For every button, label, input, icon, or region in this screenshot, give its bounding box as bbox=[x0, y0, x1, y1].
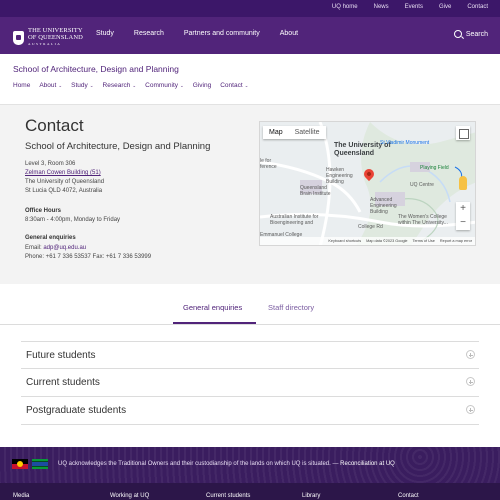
logo-line-1: THE UNIVERSITY bbox=[28, 27, 83, 34]
map-report-error-link[interactable]: Report a map error bbox=[440, 239, 472, 243]
tab-staff-directory[interactable]: Staff directory bbox=[268, 303, 314, 312]
map-type-satellite-button[interactable]: Satellite bbox=[289, 126, 326, 139]
torres-strait-islander-flag-icon bbox=[32, 459, 48, 469]
email-prefix: Email: bbox=[25, 244, 44, 251]
local-nav-community[interactable]: Community ⌄ bbox=[145, 82, 184, 89]
tab-general-enquiries[interactable]: General enquiries bbox=[183, 303, 242, 312]
accordion-title: Future students bbox=[26, 350, 96, 361]
fullscreen-icon[interactable] bbox=[456, 126, 470, 140]
office-hours-block: Office Hours 8:30am - 4:00pm, Monday to … bbox=[25, 207, 120, 225]
main-nav-about[interactable]: About bbox=[280, 30, 298, 37]
main-nav-study[interactable]: Study bbox=[96, 30, 114, 37]
logo-line-2: OF QUEENSLAND bbox=[28, 34, 83, 41]
accordion-title: Postgraduate students bbox=[26, 405, 127, 416]
local-nav-research[interactable]: Research ⌄ bbox=[103, 82, 137, 89]
expand-plus-icon bbox=[466, 377, 475, 386]
map-keyboard-shortcuts[interactable]: Keyboard shortcuts bbox=[328, 239, 361, 243]
local-nav: Home About ⌄ Study ⌄ Research ⌄ Community ⌄ … bbox=[13, 82, 248, 89]
utility-link-news[interactable]: News bbox=[374, 4, 389, 10]
footer-link-current-students[interactable]: Current students bbox=[206, 493, 250, 499]
search-label: Search bbox=[465, 30, 488, 38]
local-nav-about[interactable]: About ⌄ bbox=[39, 82, 62, 89]
map-label-le-for: le for bbox=[260, 158, 272, 164]
utility-links: UQ home News Events Give Contact bbox=[332, 4, 488, 10]
map-terms-link[interactable]: Terms of Use bbox=[413, 239, 435, 243]
map-label-womens: The Women's College within The Universit… bbox=[398, 214, 448, 226]
local-nav-home[interactable]: Home bbox=[13, 82, 30, 89]
general-enquiries-label: General enquiries bbox=[25, 235, 76, 241]
map-label-aibn: Australian Institute for Bioengineering … bbox=[270, 214, 319, 226]
contact-subheading: School of Architecture, Design and Plann… bbox=[25, 141, 211, 152]
map-label-hawken: Hawken Engineering Building bbox=[326, 167, 353, 185]
google-map[interactable]: The University of Queensland St Vladimir… bbox=[259, 121, 476, 246]
search-icon bbox=[453, 30, 462, 38]
office-hours-value: 8:30am - 4:00pm, Monday to Friday bbox=[25, 217, 121, 223]
phone-fax: Phone: +61 7 336 53537 Fax: +61 7 336 53… bbox=[25, 254, 152, 260]
utility-link-give[interactable]: Give bbox=[439, 4, 451, 10]
local-nav-giving[interactable]: Giving bbox=[193, 82, 211, 89]
reconciliation-link[interactable]: Reconciliation at UQ bbox=[340, 461, 395, 467]
local-nav-contact[interactable]: Contact ⌄ bbox=[220, 82, 248, 89]
acknowledgement-text: UQ acknowledges the Traditional Owners a… bbox=[58, 461, 395, 467]
map-label-advanced: Advanced Engineering Building bbox=[370, 197, 397, 215]
accordion-item-current-students[interactable]: Current students bbox=[21, 369, 479, 397]
page-title: Contact bbox=[25, 116, 84, 135]
main-nav-research[interactable]: Research bbox=[134, 30, 164, 37]
aboriginal-flag-icon bbox=[12, 459, 28, 469]
address-line: The University of Queensland bbox=[25, 179, 105, 185]
street-view-pegman-icon[interactable] bbox=[459, 176, 467, 190]
footer-links: Media Working at UQ Current students Lib… bbox=[0, 483, 500, 500]
email-link[interactable]: adp@uq.edu.au bbox=[43, 245, 86, 251]
chevron-down-icon: ⌄ bbox=[180, 82, 184, 88]
site-header: THE UNIVERSITY OF QUEENSLAND AUSTRALIA S… bbox=[0, 17, 500, 54]
active-tab-indicator bbox=[173, 322, 256, 324]
building-link[interactable]: Zelman Cowen Building (51) bbox=[25, 169, 104, 178]
address-line: St Lucia QLD 4072, Australia bbox=[25, 188, 103, 194]
map-label-ference: ference bbox=[260, 164, 277, 170]
main-nav-partners[interactable]: Partners and community bbox=[184, 30, 260, 37]
map-type-map-button[interactable]: Map bbox=[263, 126, 289, 139]
chevron-down-icon: ⌄ bbox=[244, 82, 249, 88]
utility-link-events[interactable]: Events bbox=[405, 4, 423, 10]
map-data-credit: Map data ©2023 Google bbox=[366, 239, 408, 243]
footer-link-contact[interactable]: Contact bbox=[398, 493, 419, 499]
chevron-down-icon: ⌄ bbox=[89, 82, 94, 88]
utility-link-uq-home[interactable]: UQ home bbox=[332, 4, 358, 10]
address-block: Level 3, Room 306 Zelman Cowen Building … bbox=[25, 160, 104, 196]
office-hours-label: Office Hours bbox=[25, 208, 62, 214]
map-label-playing-field: Playing Field bbox=[420, 165, 449, 171]
footer-link-working-at-uq[interactable]: Working at UQ bbox=[110, 493, 149, 499]
site-title[interactable]: School of Architecture, Design and Plann… bbox=[13, 64, 179, 74]
map-label-uq-centre: UQ Centre bbox=[410, 182, 434, 188]
map-type-control: Map Satellite bbox=[263, 126, 326, 139]
uq-logo[interactable]: THE UNIVERSITY OF QUEENSLAND AUSTRALIA bbox=[13, 27, 83, 48]
uq-crest-icon bbox=[13, 30, 24, 45]
logo-line-3: AUSTRALIA bbox=[28, 42, 62, 46]
map-footer: Keyboard shortcuts Map data ©2023 Google… bbox=[260, 237, 475, 245]
main-nav: Study Research Partners and community Ab… bbox=[96, 30, 298, 37]
expand-plus-icon bbox=[466, 405, 475, 414]
address-line: Level 3, Room 306 bbox=[25, 161, 76, 167]
chevron-down-icon: ⌄ bbox=[58, 82, 63, 88]
expand-plus-icon bbox=[466, 350, 475, 359]
map-label-qbi: Queensland Brain Institute bbox=[300, 185, 331, 197]
accordion-title: Current students bbox=[26, 377, 100, 388]
local-nav-study[interactable]: Study ⌄ bbox=[71, 82, 93, 89]
accordion-item-postgraduate-students[interactable]: Postgraduate students bbox=[21, 397, 479, 425]
tab-bar: General enquiries Staff directory bbox=[0, 296, 500, 325]
general-enquiries-block: General enquiries Email: adp@uq.edu.au P… bbox=[25, 234, 151, 263]
utility-bar: UQ home News Events Give Contact bbox=[0, 0, 500, 17]
zoom-control: + − bbox=[456, 202, 470, 230]
chevron-down-icon: ⌄ bbox=[132, 82, 137, 88]
map-label-monument: St Vladimir Monument bbox=[380, 140, 430, 146]
accordion-item-future-students[interactable]: Future students bbox=[21, 341, 479, 369]
zoom-out-button[interactable]: − bbox=[456, 216, 470, 230]
footer-link-media[interactable]: Media bbox=[13, 493, 29, 499]
utility-link-contact[interactable]: Contact bbox=[467, 4, 488, 10]
search-button[interactable]: Search bbox=[453, 30, 488, 38]
map-label-college-rd: College Rd bbox=[358, 224, 383, 230]
zoom-in-button[interactable]: + bbox=[456, 202, 470, 216]
footer-link-library[interactable]: Library bbox=[302, 493, 320, 499]
